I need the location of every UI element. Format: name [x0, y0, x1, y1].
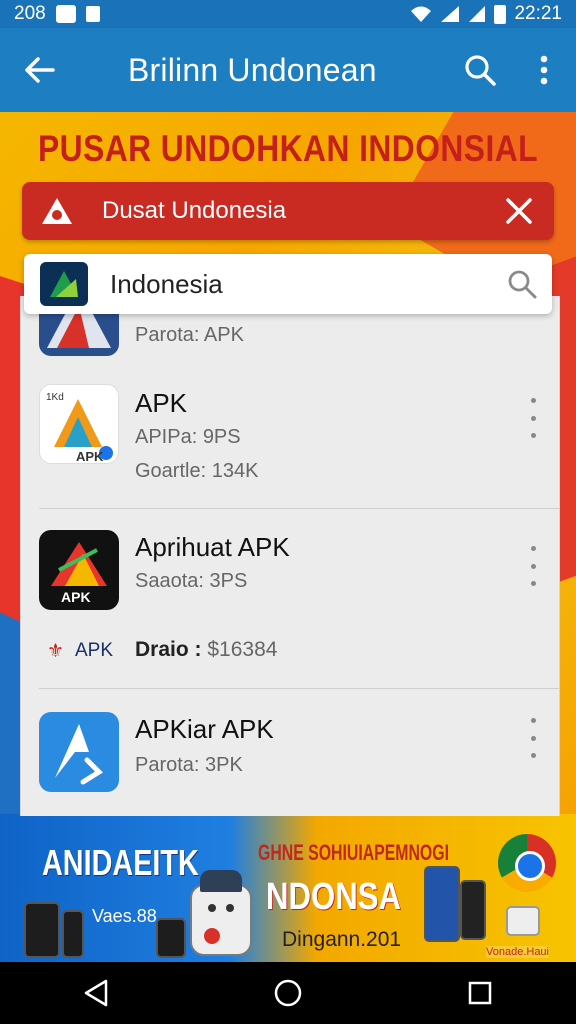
- close-icon: [506, 198, 532, 224]
- search-button[interactable]: [448, 28, 512, 112]
- camera-icon: [506, 906, 540, 936]
- list-item[interactable]: APKiar APK Parota: 3PK: [21, 698, 559, 816]
- signal-icon: [441, 6, 460, 22]
- item-menu-button[interactable]: [523, 398, 543, 438]
- item-menu-button[interactable]: [523, 718, 543, 758]
- status-time: 22:21: [514, 3, 562, 24]
- banner-label: Dusat Undonesia: [102, 197, 287, 224]
- device-image: [156, 918, 186, 958]
- app-meta: Parota: 3PK: [135, 754, 243, 776]
- app-name: Aprihuat APK: [135, 532, 290, 562]
- nav-recents-icon: [468, 981, 492, 1005]
- ad-banner[interactable]: ANIDAEITK Vaes.88 GHNE SOHIUIAPEMNOGI ND…: [0, 814, 576, 962]
- app-icon: APK: [39, 530, 119, 610]
- list-item[interactable]: 1Kd APK APK APIPa: 9PS Goartle: 134K: [21, 380, 559, 508]
- apk-small-icon: ⚜: [47, 641, 65, 662]
- warning-icon: [22, 196, 92, 226]
- app-bar: Brilinn Undonean: [0, 28, 576, 112]
- svg-text:APK: APK: [61, 589, 91, 605]
- status-bar: 208 22:21: [0, 0, 576, 28]
- divider: [39, 688, 559, 689]
- ad-headline: NDONSA: [266, 876, 402, 918]
- ad-brand: ANIDAEITK: [42, 842, 199, 883]
- device-image: [24, 902, 60, 958]
- app-meta: Parota: APK: [135, 324, 244, 346]
- phone-image: [460, 880, 486, 940]
- app-bar-title: Brilinn Undonean: [128, 51, 377, 88]
- back-button[interactable]: [0, 28, 80, 112]
- chrome-icon: [498, 834, 556, 892]
- nav-back-icon: [84, 979, 108, 1007]
- app-logo-icon: [40, 262, 88, 306]
- status-left-text: 208: [14, 3, 46, 24]
- ad-sub: Vaes.88: [92, 906, 157, 926]
- robot-mascot-icon: [190, 870, 252, 956]
- sub-meta: Draio : $16384: [135, 638, 277, 662]
- app-icon: 1Kd APK: [39, 384, 119, 464]
- navigation-bar: [0, 962, 576, 1024]
- close-banner-button[interactable]: [484, 197, 554, 225]
- app-name: APK: [135, 388, 188, 418]
- app-name: APKiar APK: [135, 714, 274, 744]
- overflow-menu-button[interactable]: [512, 28, 576, 112]
- item-menu-button[interactable]: [523, 546, 543, 586]
- search-icon: [508, 270, 537, 299]
- nav-home-button[interactable]: [248, 962, 328, 1024]
- battery-icon: [494, 4, 507, 24]
- sub-row: ⚜ APK Draio : $16384: [21, 636, 559, 676]
- ad-corner: Vonade.Haui: [486, 946, 549, 958]
- sub-label: APK: [75, 640, 114, 661]
- phone-image: [424, 866, 460, 942]
- wifi-icon: [411, 6, 432, 22]
- ad-footer: Dingann.201: [282, 928, 402, 951]
- sub-meta-label: Draio :: [135, 638, 202, 661]
- ad-tag: GHNE SOHIUIAPEMNOGI: [258, 840, 449, 865]
- search-field[interactable]: Indonesia: [24, 254, 552, 314]
- notification-icon: [55, 5, 76, 23]
- battery-saver-icon: [85, 6, 100, 22]
- app-meta: Saaota: 3PS: [135, 570, 248, 592]
- icon-caption: 1Kd: [46, 392, 64, 403]
- search-submit-button[interactable]: [492, 269, 552, 299]
- back-arrow-icon: [25, 57, 55, 83]
- sub-meta-value: $16384: [207, 638, 278, 661]
- more-vert-icon: [540, 55, 548, 85]
- nav-home-icon: [274, 979, 302, 1007]
- signal-icon-2: [469, 6, 486, 22]
- app-meta: Goartle: 134K: [135, 460, 259, 482]
- location-banner[interactable]: Dusat Undonesia: [22, 182, 554, 240]
- hero-heading: PUSAR UNDOHKAN INDONSIAL: [38, 128, 539, 169]
- device-image: [62, 910, 84, 958]
- nav-recents-button[interactable]: [440, 962, 520, 1024]
- divider: [39, 508, 559, 509]
- nav-back-button[interactable]: [56, 962, 136, 1024]
- search-input[interactable]: Indonesia: [110, 269, 492, 300]
- search-icon: [465, 55, 496, 86]
- app-icon: [39, 712, 119, 792]
- app-meta: APIPa: 9PS: [135, 426, 241, 448]
- app-list: Parota: APK 1Kd APK APK APIPa: 9PS Goart…: [20, 296, 560, 816]
- svg-text:APK: APK: [76, 449, 104, 464]
